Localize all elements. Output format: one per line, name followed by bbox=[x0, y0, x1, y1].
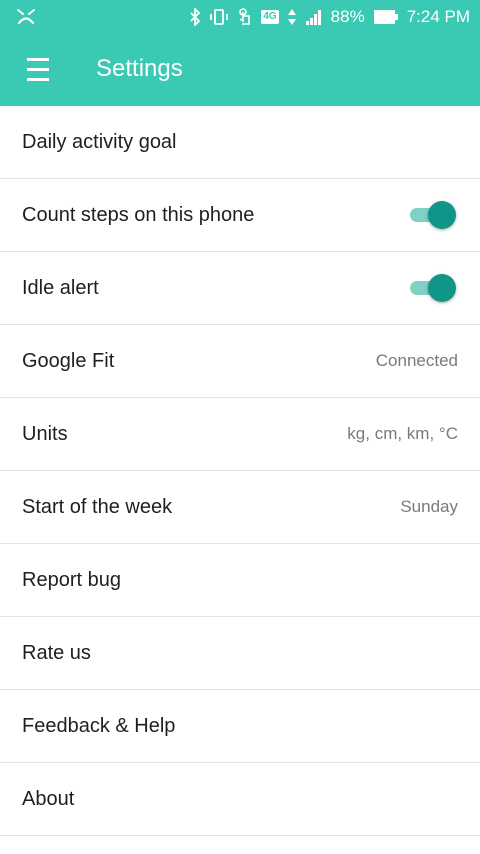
start-of-week-value: Sunday bbox=[400, 497, 458, 516]
setting-label: Units bbox=[22, 422, 68, 445]
setting-label: Idle alert bbox=[22, 276, 99, 299]
setting-label: Feedback & Help bbox=[22, 714, 176, 737]
status-time: 7:24 PM bbox=[406, 7, 470, 26]
setting-idle-alert[interactable]: Idle alert bbox=[0, 252, 480, 325]
page-title: Settings bbox=[96, 55, 183, 82]
data-transfer-icon bbox=[287, 8, 297, 26]
setting-label: About bbox=[22, 787, 75, 810]
setting-units[interactable]: Units kg, cm, km, °C bbox=[0, 398, 480, 471]
hamburger-menu-icon bbox=[27, 58, 49, 81]
network-type-badge: 4G bbox=[261, 10, 279, 24]
idle-alert-toggle[interactable] bbox=[410, 274, 456, 302]
setting-label: Google Fit bbox=[22, 349, 115, 372]
notification-icon bbox=[14, 6, 38, 28]
setting-label: Rate us bbox=[22, 641, 91, 664]
setting-rate-us[interactable]: Rate us bbox=[0, 617, 480, 690]
setting-label: Report bug bbox=[22, 568, 121, 591]
setting-label: Start of the week bbox=[22, 495, 173, 518]
vibrate-icon bbox=[209, 8, 229, 26]
setting-count-steps[interactable]: Count steps on this phone bbox=[0, 179, 480, 252]
battery-percent: 88% bbox=[330, 7, 365, 26]
bluetooth-icon bbox=[189, 8, 201, 26]
setting-feedback-help[interactable]: Feedback & Help bbox=[0, 690, 480, 763]
setting-label: Count steps on this phone bbox=[22, 203, 255, 226]
setting-start-of-week[interactable]: Start of the week Sunday bbox=[0, 471, 480, 544]
app-bar: 4G 88% 7:24 PM Settings bbox=[0, 0, 480, 106]
menu-button[interactable] bbox=[18, 50, 58, 90]
toggle-thumb bbox=[428, 201, 456, 229]
google-fit-status: Connected bbox=[375, 351, 458, 370]
status-bar: 4G 88% 7:24 PM bbox=[0, 0, 480, 34]
setting-report-bug[interactable]: Report bug bbox=[0, 544, 480, 617]
setting-about[interactable]: About bbox=[0, 763, 480, 836]
units-value: kg, cm, km, °C bbox=[347, 424, 458, 443]
settings-list: Daily activity goal Count steps on this … bbox=[0, 106, 480, 836]
setting-label: Daily activity goal bbox=[22, 130, 177, 153]
touch-icon bbox=[237, 7, 253, 27]
battery-icon bbox=[373, 9, 399, 25]
toggle-thumb bbox=[428, 274, 456, 302]
setting-daily-activity-goal[interactable]: Daily activity goal bbox=[0, 106, 480, 179]
setting-google-fit[interactable]: Google Fit Connected bbox=[0, 325, 480, 398]
signal-icon bbox=[305, 8, 323, 26]
toolbar: Settings bbox=[0, 34, 480, 106]
count-steps-toggle[interactable] bbox=[410, 201, 456, 229]
